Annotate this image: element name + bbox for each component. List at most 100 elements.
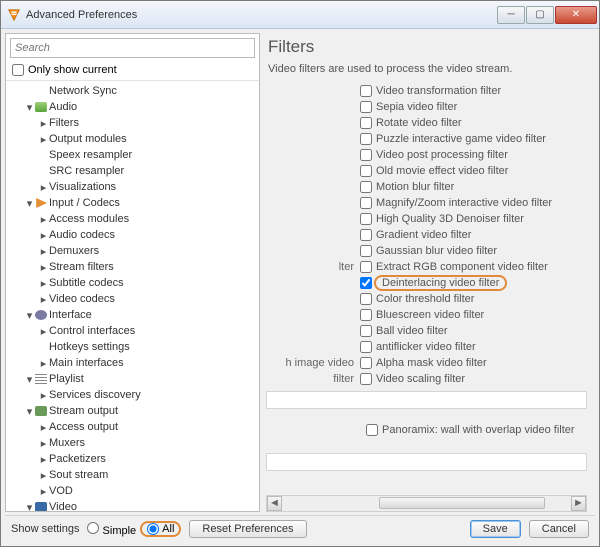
all-radio-label[interactable]: All bbox=[140, 521, 181, 537]
expand-icon[interactable]: ▸ bbox=[38, 453, 49, 466]
filter-label[interactable]: Bluescreen video filter bbox=[376, 309, 484, 321]
filter-label[interactable]: Deinterlacing video filter bbox=[374, 275, 507, 291]
filter-label[interactable]: antiflicker video filter bbox=[376, 341, 476, 353]
expand-icon[interactable]: ▸ bbox=[38, 133, 49, 146]
filter-label[interactable]: Old movie effect video filter bbox=[376, 165, 508, 177]
tree-item[interactable]: ▾Video bbox=[10, 499, 259, 511]
tree-item[interactable]: ▸Main interfaces bbox=[10, 355, 259, 371]
tree-item[interactable]: ▸Video codecs bbox=[10, 291, 259, 307]
scroll-left-arrow[interactable]: ◄ bbox=[267, 496, 282, 511]
expand-icon[interactable]: ▸ bbox=[38, 117, 49, 130]
expand-icon[interactable]: ▸ bbox=[38, 421, 49, 434]
filter-label[interactable]: Rotate video filter bbox=[376, 117, 462, 129]
tree-item[interactable]: Speex resampler bbox=[10, 147, 259, 163]
expand-icon[interactable]: ▸ bbox=[38, 485, 49, 498]
tree-item[interactable]: ▸Services discovery bbox=[10, 387, 259, 403]
collapse-icon[interactable]: ▾ bbox=[24, 101, 35, 114]
expand-icon[interactable]: ▸ bbox=[38, 437, 49, 450]
filter-label[interactable]: Ball video filter bbox=[376, 325, 448, 337]
filter-checkbox[interactable] bbox=[360, 245, 372, 257]
tree-item[interactable]: SRC resampler bbox=[10, 163, 259, 179]
simple-radio[interactable] bbox=[87, 522, 99, 534]
filter-label[interactable]: Puzzle interactive game video filter bbox=[376, 133, 546, 145]
tree-item[interactable]: ▸Demuxers bbox=[10, 243, 259, 259]
simple-radio-label[interactable]: Simple bbox=[87, 522, 136, 537]
filter-label[interactable]: Color threshold filter bbox=[376, 293, 474, 305]
filter-checkbox[interactable] bbox=[360, 309, 372, 321]
tree-item[interactable]: ▸Audio codecs bbox=[10, 227, 259, 243]
tree-item[interactable]: ▾Input / Codecs bbox=[10, 195, 259, 211]
all-radio[interactable] bbox=[147, 523, 159, 535]
close-button[interactable]: ✕ bbox=[555, 6, 597, 24]
filter-label[interactable]: Magnify/Zoom interactive video filter bbox=[376, 197, 552, 209]
expand-icon[interactable]: ▸ bbox=[38, 261, 49, 274]
tree-item[interactable]: ▸Packetizers bbox=[10, 451, 259, 467]
filter-checkbox[interactable] bbox=[360, 261, 372, 273]
filter-checkbox[interactable] bbox=[360, 325, 372, 337]
tree-item[interactable]: ▸Visualizations bbox=[10, 179, 259, 195]
filter-label[interactable]: Sepia video filter bbox=[376, 101, 457, 113]
reset-preferences-button[interactable]: Reset Preferences bbox=[189, 520, 306, 538]
filter-label[interactable]: Gaussian blur video filter bbox=[376, 245, 497, 257]
expand-icon[interactable]: ▸ bbox=[38, 229, 49, 242]
collapse-icon[interactable]: ▾ bbox=[24, 373, 35, 386]
filter-label[interactable]: High Quality 3D Denoiser filter bbox=[376, 213, 524, 225]
tree-item[interactable]: ▸Sout stream bbox=[10, 467, 259, 483]
filter-checkbox[interactable] bbox=[360, 85, 372, 97]
filter-order-field[interactable] bbox=[266, 391, 587, 409]
tree-item[interactable]: ▸Access modules bbox=[10, 211, 259, 227]
filter-checkbox[interactable] bbox=[360, 373, 372, 385]
expand-icon[interactable]: ▸ bbox=[38, 293, 49, 306]
filter-label[interactable]: Extract RGB component video filter bbox=[376, 261, 548, 273]
expand-icon[interactable]: ▸ bbox=[38, 213, 49, 226]
expand-icon[interactable]: ▸ bbox=[38, 357, 49, 370]
expand-icon[interactable]: ▸ bbox=[38, 181, 49, 194]
filter-checkbox[interactable] bbox=[360, 229, 372, 241]
tree-item[interactable]: ▸Muxers bbox=[10, 435, 259, 451]
expand-icon[interactable]: ▸ bbox=[38, 389, 49, 402]
tree-item[interactable]: Hotkeys settings bbox=[10, 339, 259, 355]
filter-label[interactable]: Video post processing filter bbox=[376, 149, 508, 161]
tree-item[interactable]: ▸Stream filters bbox=[10, 259, 259, 275]
minimize-button[interactable]: ─ bbox=[497, 6, 525, 24]
collapse-icon[interactable]: ▾ bbox=[24, 197, 35, 210]
collapse-icon[interactable]: ▾ bbox=[24, 405, 35, 418]
scroll-thumb[interactable] bbox=[379, 497, 545, 509]
filter-checkbox[interactable] bbox=[360, 165, 372, 177]
filter-checkbox[interactable] bbox=[360, 341, 372, 353]
tree-item[interactable]: ▸Filters bbox=[10, 115, 259, 131]
filter-checkbox[interactable] bbox=[360, 293, 372, 305]
search-input[interactable] bbox=[10, 38, 255, 58]
filter-checkbox[interactable] bbox=[360, 213, 372, 225]
tree-item[interactable]: ▸Subtitle codecs bbox=[10, 275, 259, 291]
scroll-right-arrow[interactable]: ► bbox=[571, 496, 586, 511]
cancel-button[interactable]: Cancel bbox=[529, 520, 589, 538]
tree-item[interactable]: ▸Control interfaces bbox=[10, 323, 259, 339]
expand-icon[interactable]: ▸ bbox=[38, 325, 49, 338]
filter-checkbox[interactable] bbox=[360, 197, 372, 209]
collapse-icon[interactable]: ▾ bbox=[24, 309, 35, 322]
tree-item[interactable]: ▾Stream output bbox=[10, 403, 259, 419]
filter-checkbox[interactable] bbox=[360, 277, 372, 289]
category-tree[interactable]: Network Sync▾Audio▸Filters▸Output module… bbox=[6, 81, 259, 511]
filter-checkbox[interactable] bbox=[360, 357, 372, 369]
filter-label[interactable]: Alpha mask video filter bbox=[376, 357, 487, 369]
expand-icon[interactable]: ▸ bbox=[38, 277, 49, 290]
collapse-icon[interactable]: ▾ bbox=[24, 501, 35, 512]
filter-label[interactable]: Motion blur filter bbox=[376, 181, 454, 193]
tree-item[interactable]: ▸VOD bbox=[10, 483, 259, 499]
filter-label[interactable]: Video transformation filter bbox=[376, 85, 501, 97]
filter-label[interactable]: Gradient video filter bbox=[376, 229, 471, 241]
filter-checkbox[interactable] bbox=[360, 149, 372, 161]
tree-item[interactable]: ▸Access output bbox=[10, 419, 259, 435]
tree-item[interactable]: ▸Output modules bbox=[10, 131, 259, 147]
tree-item[interactable]: ▾Playlist bbox=[10, 371, 259, 387]
horizontal-scrollbar[interactable]: ◄ ► bbox=[266, 495, 587, 512]
maximize-button[interactable]: ▢ bbox=[526, 6, 554, 24]
tree-item[interactable]: ▾Interface bbox=[10, 307, 259, 323]
tree-item[interactable]: Network Sync bbox=[10, 83, 259, 99]
tree-item[interactable]: ▾Audio bbox=[10, 99, 259, 115]
filter-checkbox[interactable] bbox=[360, 117, 372, 129]
filter-checkbox[interactable] bbox=[360, 133, 372, 145]
only-show-current-checkbox[interactable] bbox=[12, 64, 24, 76]
